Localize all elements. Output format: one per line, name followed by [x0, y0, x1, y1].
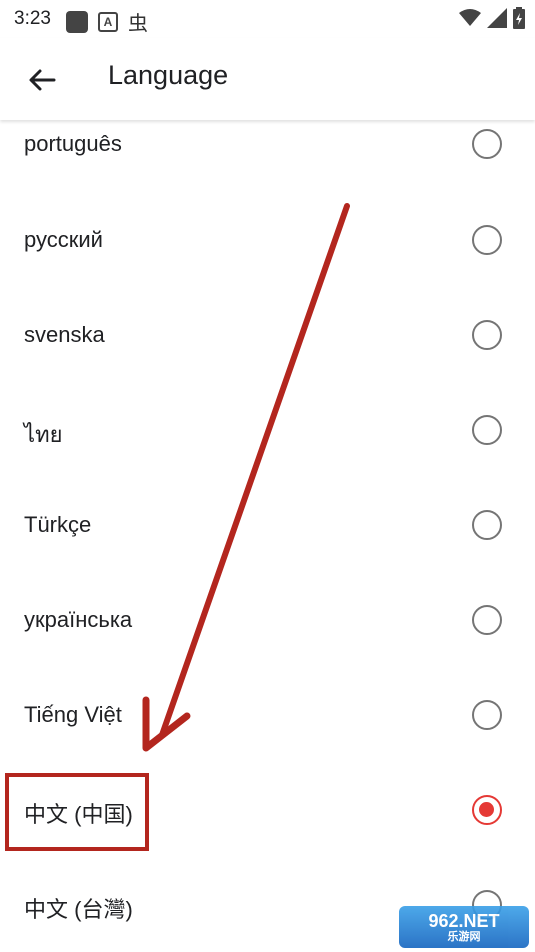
radio-button[interactable]	[472, 700, 502, 730]
radio-button[interactable]	[472, 510, 502, 540]
bug-icon: 虫	[128, 13, 148, 35]
language-label: svenska	[24, 322, 105, 347]
language-item[interactable]: українська	[0, 549, 535, 644]
language-label: 中文 (台灣)	[24, 897, 133, 922]
radio-button-checked[interactable]	[472, 795, 502, 825]
radio-button[interactable]	[472, 129, 502, 159]
watermark-bottom-text: 乐游网	[447, 931, 481, 943]
status-notification-icons: A 虫	[66, 7, 148, 36]
language-label: Tiếng Việt	[24, 702, 122, 727]
language-item[interactable]: русский	[0, 169, 535, 264]
language-label: Türkçe	[24, 512, 92, 537]
status-time: 3:23	[14, 8, 51, 29]
page-title: Language	[108, 60, 229, 90]
radio-button[interactable]	[472, 225, 502, 255]
language-item[interactable]: Türkçe	[0, 454, 535, 549]
language-label: português	[24, 131, 122, 156]
app-bar: Language	[0, 38, 535, 120]
language-item[interactable]: ไทย	[0, 359, 535, 454]
annotation-highlight-box	[5, 773, 149, 851]
back-arrow-icon[interactable]	[24, 62, 60, 98]
signal-icon	[487, 8, 507, 28]
radio-button[interactable]	[472, 605, 502, 635]
language-item[interactable]: português	[0, 121, 535, 169]
radio-button[interactable]	[472, 415, 502, 445]
wifi-icon	[459, 9, 481, 26]
language-item[interactable]: Tiếng Việt	[0, 644, 535, 739]
font-notification-icon: A	[98, 11, 118, 32]
language-label: українська	[24, 607, 133, 632]
language-item[interactable]: svenska	[0, 264, 535, 359]
radio-button[interactable]	[472, 320, 502, 350]
watermark-top-text: 962.NET	[428, 911, 500, 931]
watermark-logo: 962.NET 乐游网	[399, 906, 529, 948]
app-notification-icon	[66, 10, 88, 33]
status-bar: 3:23 A 虫	[0, 0, 535, 38]
battery-icon	[513, 7, 525, 29]
language-label: ไทย	[24, 422, 63, 447]
status-system-icons	[459, 7, 525, 29]
language-label: русский	[24, 227, 103, 252]
